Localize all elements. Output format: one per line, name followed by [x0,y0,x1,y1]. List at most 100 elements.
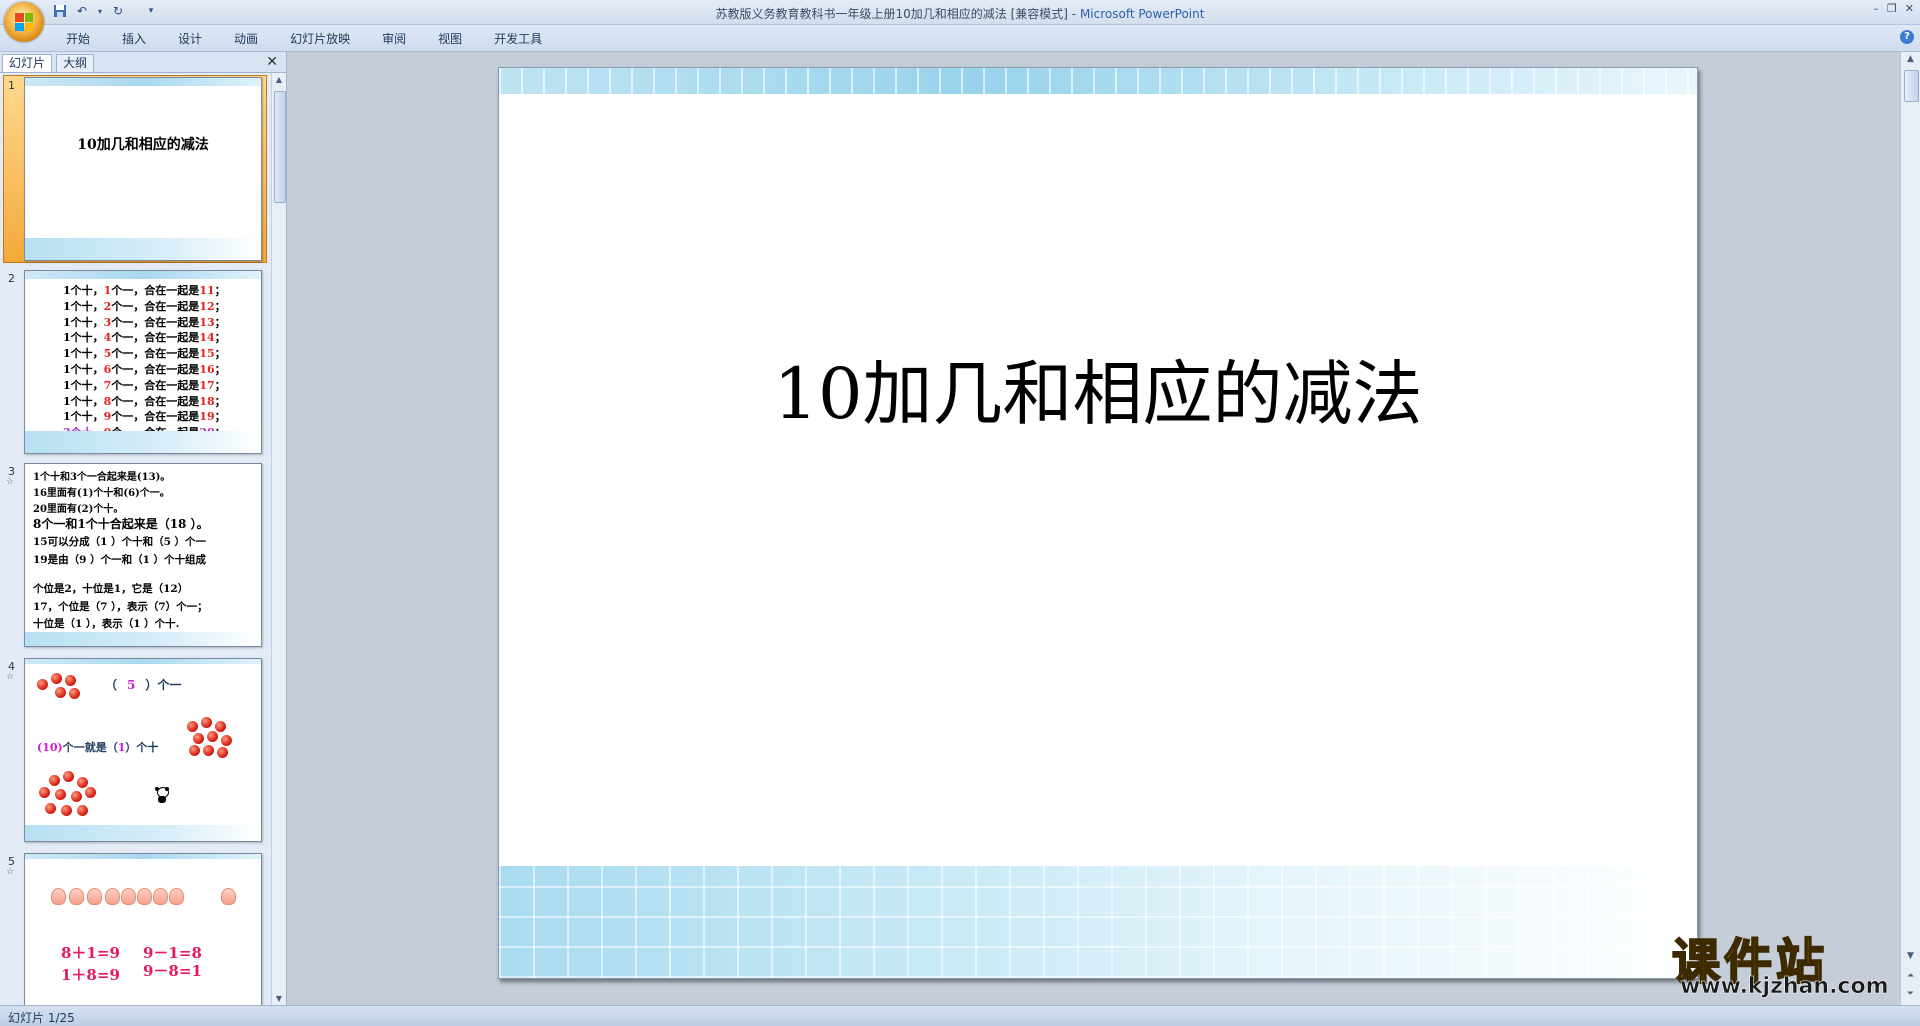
thumb-line-1: （5 ）个一 [105,678,182,692]
line: 1个十，8个一，合在一起是18； [63,394,226,408]
scroll-thumb[interactable] [1904,70,1919,102]
line: 1个十，1个一，合在一起是11； [63,284,226,297]
slide-top-band [499,68,1697,94]
watermark-url: www.kjzhan.com [1680,974,1889,1000]
apple-icon [49,775,60,786]
help-icon[interactable]: ? [1900,30,1914,44]
scroll-up-icon[interactable]: ▲ [274,75,284,84]
thumbnails-scrollbar[interactable]: ▲ ▼ [271,73,286,1005]
apple-icon [37,679,48,690]
window-controls: – ❐ ✕ [1873,2,1914,15]
scroll-up-icon[interactable]: ▲ [1904,54,1917,64]
apple-icon [55,789,66,800]
apple-icon [61,805,72,816]
current-slide[interactable]: 10加几和相应的减法 [498,67,1698,979]
line: 15可以分成（1 ）个十和（5 ）个一 [33,536,207,548]
panda-icon [155,787,169,803]
apple-icon [187,721,198,732]
slide-preview: （5 ）个一 (10)个一就是（1）个十 [24,658,262,842]
slide-bottom-band [499,866,1697,978]
editor-scrollbar[interactable]: ▲ ▼ ⏶ ⏷ [1900,52,1920,1005]
app-name: Microsoft PowerPoint [1079,7,1205,21]
line: 1个十和3个一合起来是(13)。 [33,472,171,483]
ribbon: 开始 插入 设计 动画 幻灯片放映 审阅 视图 开发工具 ? [0,25,1920,52]
peach-icon [69,888,84,905]
apple-icon [65,675,76,686]
peach-icon [105,888,120,905]
close-icon[interactable]: ✕ [1905,2,1914,15]
peach-icon [121,888,136,905]
tab-view[interactable]: 视图 [422,30,478,48]
close-pane-icon[interactable]: ✕ [266,54,278,70]
thumb-text: 1个十，1个一，合在一起是11； 1个十，2个一，合在一起是12； 1个十，3个… [63,283,226,441]
tab-animations[interactable]: 动画 [218,30,274,48]
tab-developer[interactable]: 开发工具 [478,30,558,48]
apple-icon [77,777,88,788]
slide-number: 1 [8,79,15,92]
peach-icon [153,888,168,905]
tab-outline[interactable]: 大纲 [56,54,95,72]
line: 1个十，9个一，合在一起是19； [63,410,226,424]
office-button[interactable] [4,2,44,42]
apple-icon [71,791,82,802]
peach-icon [169,888,184,905]
slides-pane: 幻灯片 大纲 ✕ 1 10加几和相应的减法 2 1个十，1个一，合在一起是11；… [0,52,287,1005]
slide-title[interactable]: 10加几和相应的减法 [499,338,1697,439]
apple-icon [221,735,232,746]
peach-icon [51,888,66,905]
apple-icon [63,771,74,782]
scroll-down-icon[interactable]: ▼ [274,994,284,1003]
window-title: 苏教版义务教育教科书一年级上册10加几和相应的减法 [兼容模式] - Micro… [0,5,1920,22]
slide-preview: 8＋1=9 9－1=8 1＋8=9 9－8=1 [24,853,262,1005]
pane-tabs: 幻灯片 大纲 ✕ [0,52,286,73]
line: 17，个位是（7 ），表示（7）个一； [33,601,208,613]
peach-icon [221,888,236,905]
apple-icon [77,805,88,816]
watermark-logo: 课件站 www.kjzhan.com [1670,922,1898,1004]
apple-icon [201,717,212,728]
apple-icon [193,733,204,744]
thumb-bottom-band [25,431,261,453]
apple-icon [55,687,66,698]
tab-review[interactable]: 审阅 [366,30,422,48]
line: 个位是2，十位是1，它是（12） [33,583,189,595]
slide-preview: 1个十和3个一合起来是(13)。 16里面有(1)个十和(6)个一。 20里面有… [24,463,262,647]
tab-home[interactable]: 开始 [50,30,106,48]
apple-icon [45,803,56,814]
scroll-thumb[interactable] [274,91,286,203]
slide-preview: 10加几和相应的减法 [24,77,262,261]
equation: 1＋8=9 [61,966,120,984]
title-bar: ↶ ▾ ↻ ▾ 苏教版义务教育教科书一年级上册10加几和相应的减法 [兼容模式]… [0,0,1920,42]
line: 1个十，5个一，合在一起是15； [63,347,226,361]
slide-number: 2 [8,272,15,285]
scroll-down-icon[interactable]: ▼ [1904,951,1917,961]
next-slide-icon[interactable]: ⏷ [1904,989,1917,999]
tab-design[interactable]: 设计 [162,30,218,48]
minimize-icon[interactable]: – [1873,2,1879,15]
line: 20里面有(2)个十。 [33,504,124,515]
office-logo-icon [15,13,33,31]
equation: 9－8=1 [143,962,202,980]
line: 1个十，6个一，合在一起是16； [63,362,226,376]
line: 1个十，2个一，合在一起是12； [63,299,226,313]
line: 1个十，7个一，合在一起是17； [63,378,226,392]
thumb-bottom-band [25,825,261,841]
apple-icon [203,745,214,756]
apple-icon [39,787,50,798]
line: 16里面有(1)个十和(6)个一。 [33,488,170,499]
thumb-top-band [25,271,261,279]
tab-slides[interactable]: 幻灯片 [2,54,53,72]
apple-icon [189,745,200,756]
restore-icon[interactable]: ❐ [1887,2,1897,15]
thumb-top-band [25,659,261,664]
peach-icon [87,888,102,905]
previous-slide-icon[interactable]: ⏶ [1904,971,1917,981]
tab-slideshow[interactable]: 幻灯片放映 [274,30,366,48]
slide-editor: 10加几和相应的减法 [287,52,1900,1005]
tab-insert[interactable]: 插入 [106,30,162,48]
thumb-top-band [25,78,261,86]
apple-icon [51,673,62,684]
thumb-bottom-band [25,632,261,646]
equation: 8＋1=9 [61,944,120,962]
ribbon-tabs: 开始 插入 设计 动画 幻灯片放映 审阅 视图 开发工具 [50,30,558,48]
